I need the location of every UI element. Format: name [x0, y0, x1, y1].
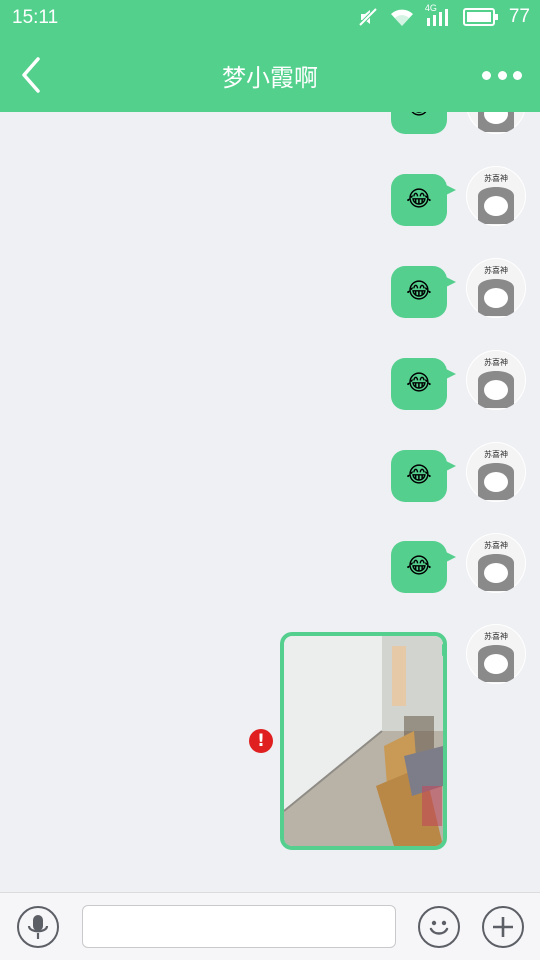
message-emoji: 😂 — [406, 463, 432, 488]
status-time: 15:11 — [12, 7, 59, 28]
emoji-button[interactable] — [418, 906, 460, 948]
message-bubble[interactable]: 😂 — [391, 541, 456, 593]
message-bubble[interactable]: 😂 — [391, 112, 447, 134]
microphone-icon — [27, 915, 49, 939]
avatar-label: 苏喜神 — [484, 173, 508, 183]
page-title: 梦小霞啊 — [222, 64, 318, 92]
message-emoji: 😂 — [406, 371, 432, 396]
message-bubble[interactable]: 😂 — [391, 174, 456, 226]
smiley-icon — [429, 920, 449, 935]
avatar[interactable]: 苏喜神 — [466, 258, 526, 318]
message-bubble[interactable]: 😂 — [391, 358, 456, 410]
wifi-icon — [390, 9, 413, 26]
avatar[interactable]: 苏喜神 — [466, 624, 526, 684]
plus-icon — [493, 917, 513, 937]
voice-button[interactable] — [17, 906, 59, 948]
avatar-label: 苏喜神 — [484, 449, 508, 459]
avatar[interactable]: 苏喜神 — [466, 442, 526, 502]
avatar-label: 苏喜神 — [484, 631, 508, 641]
avatar-label: 苏喜神 — [484, 540, 508, 550]
avatar[interactable]: 苏喜神 — [466, 166, 526, 226]
chat-header: 梦小霞啊 — [0, 38, 540, 112]
message-input[interactable] — [82, 905, 396, 948]
message-emoji: 😂 — [406, 112, 432, 119]
message-photo — [284, 636, 443, 846]
avatar[interactable]: 苏喜神 — [466, 533, 526, 593]
battery-level: 77 — [508, 6, 530, 27]
avatar[interactable]: 苏喜神 — [466, 350, 526, 410]
avatar-label: 苏喜神 — [484, 265, 508, 275]
signal-icon: 4G — [425, 3, 453, 28]
message-emoji: 😂 — [406, 187, 432, 212]
avatar-label: 苏喜神 — [484, 357, 508, 367]
input-bar — [0, 892, 540, 960]
status-icons: 4G 77 — [357, 3, 530, 28]
status-bar: 15:11 4G 77 — [0, 0, 540, 38]
more-options-button[interactable] — [482, 60, 522, 90]
send-failed-icon[interactable]: ! — [249, 729, 273, 753]
message-emoji: 😂 — [406, 279, 432, 304]
avatar[interactable]: 苏喜神 — [466, 112, 526, 134]
message-emoji: 😂 — [406, 554, 432, 579]
message-bubble[interactable]: 😂 — [391, 266, 456, 318]
more-dots-icon — [482, 70, 491, 80]
mute-icon — [358, 7, 378, 27]
message-list[interactable]: 😂 苏喜神 😂 苏喜神 😂 苏喜神 😂 苏喜神 😂 苏喜神 苏喜神 ! — [0, 112, 540, 892]
image-message[interactable] — [280, 632, 447, 850]
add-button[interactable] — [482, 906, 524, 948]
battery-icon — [462, 8, 498, 26]
message-bubble[interactable]: 😂 — [391, 450, 456, 502]
